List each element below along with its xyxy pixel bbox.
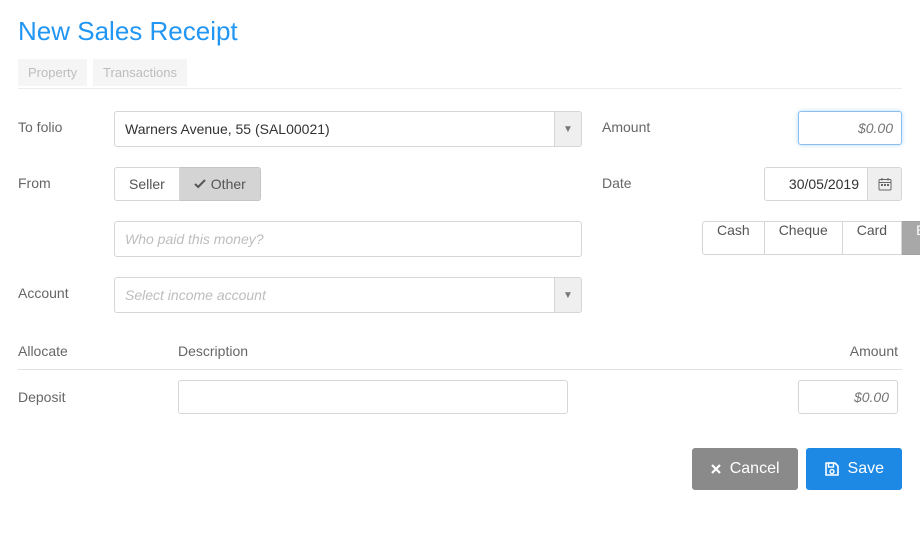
- row-folio-amount: To folio Warners Avenue, 55 (SAL00021) ▼…: [18, 111, 902, 147]
- account-placeholder[interactable]: Select income account: [114, 277, 554, 313]
- label-to-folio: To folio: [18, 111, 114, 135]
- save-button[interactable]: Save: [806, 448, 902, 490]
- date-field: [764, 167, 902, 201]
- cancel-button[interactable]: Cancel: [692, 448, 798, 490]
- save-icon: [824, 461, 840, 477]
- label-from: From: [18, 167, 114, 191]
- calendar-icon: [878, 177, 892, 191]
- pay-card-button[interactable]: Card: [843, 221, 902, 255]
- from-other-button[interactable]: Other: [180, 167, 261, 201]
- amount-input[interactable]: [798, 111, 902, 145]
- row-from-date: From Seller Other Date: [18, 167, 902, 201]
- alloc-row: Deposit: [18, 370, 902, 424]
- tab-property[interactable]: Property: [18, 59, 87, 86]
- save-label: Save: [848, 460, 884, 478]
- alloc-amount-input[interactable]: [798, 380, 898, 414]
- action-row: Cancel Save: [18, 448, 902, 490]
- tab-transactions[interactable]: Transactions: [93, 59, 187, 86]
- to-folio-value[interactable]: Warners Avenue, 55 (SAL00021): [114, 111, 554, 147]
- row-payer-method: Cash Cheque Card EFT: [18, 221, 902, 257]
- to-folio-select[interactable]: Warners Avenue, 55 (SAL00021) ▼: [114, 111, 582, 147]
- row-account: Account Select income account ▼: [18, 277, 902, 313]
- payment-method-group: Cash Cheque Card EFT: [702, 221, 920, 255]
- from-other-label: Other: [211, 176, 246, 192]
- alloc-header-allocate: Allocate: [18, 343, 178, 359]
- alloc-header-description: Description: [178, 343, 782, 359]
- alloc-description-input[interactable]: [178, 380, 568, 414]
- from-toggle-group: Seller Other: [114, 167, 261, 201]
- form-section: To folio Warners Avenue, 55 (SAL00021) ▼…: [18, 111, 902, 490]
- pay-cash-button[interactable]: Cash: [702, 221, 765, 255]
- chevron-down-icon[interactable]: ▼: [554, 111, 582, 147]
- alloc-header: Allocate Description Amount: [18, 333, 902, 370]
- tab-row: Property Transactions: [18, 55, 902, 89]
- alloc-row-label: Deposit: [18, 389, 178, 405]
- label-amount: Amount: [602, 111, 702, 135]
- pay-eft-button[interactable]: EFT: [902, 221, 920, 255]
- label-date: Date: [602, 167, 702, 191]
- alloc-header-amount: Amount: [782, 343, 902, 359]
- close-icon: [710, 463, 722, 475]
- payer-input[interactable]: [114, 221, 582, 257]
- date-input[interactable]: [764, 167, 868, 201]
- chevron-down-icon[interactable]: ▼: [554, 277, 582, 313]
- page-title: New Sales Receipt: [18, 16, 902, 47]
- from-seller-button[interactable]: Seller: [114, 167, 180, 201]
- pay-cheque-button[interactable]: Cheque: [765, 221, 843, 255]
- label-account: Account: [18, 277, 114, 301]
- check-icon: [194, 178, 206, 190]
- account-select[interactable]: Select income account ▼: [114, 277, 582, 313]
- calendar-button[interactable]: [868, 167, 902, 201]
- cancel-label: Cancel: [730, 460, 780, 478]
